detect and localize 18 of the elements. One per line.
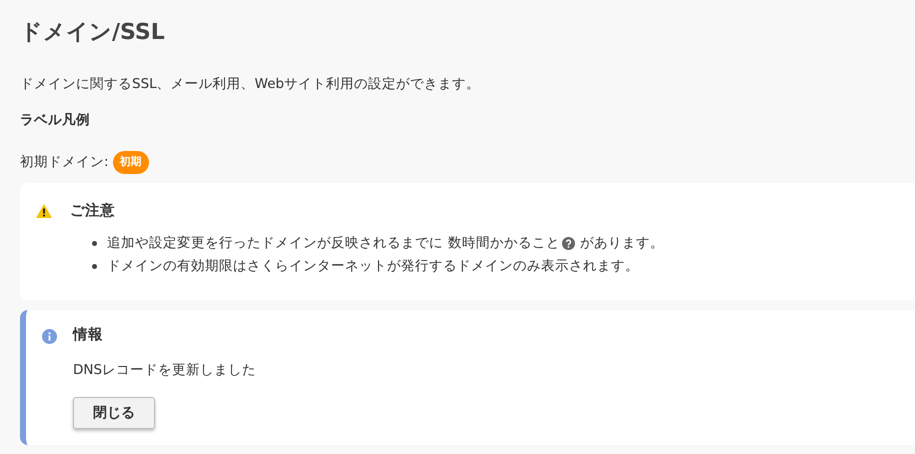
info-message: DNSレコードを更新しました [73, 362, 256, 378]
notice-text: があります。 [580, 234, 664, 254]
notice-title: ご注意 [70, 202, 115, 220]
notice-text: ドメインの有効期限はさくらインターネットが発行するドメインのみ表示されます。 [107, 257, 639, 276]
legend-heading: ラベル凡例 [20, 112, 90, 128]
page-title: ドメイン/SSL [20, 19, 165, 47]
bullet-icon [92, 264, 97, 270]
bullet-icon [92, 241, 97, 246]
help-link[interactable]: 数時間かかること [448, 232, 575, 256]
page-description: ドメインに関するSSL、メール利用、Webサイト利用の設定ができます。 [20, 75, 480, 94]
help-icon [562, 237, 575, 250]
warning-icon [36, 204, 52, 218]
info-icon [42, 328, 57, 344]
close-button[interactable]: 閉じる [73, 397, 155, 429]
notice-text: 追加や設定変更を行ったドメインが反映されるまでに [107, 234, 443, 254]
legend-label: 初期ドメイン: [20, 153, 109, 172]
initial-badge: 初期 [112, 151, 149, 174]
info-title: 情報 [73, 326, 103, 346]
